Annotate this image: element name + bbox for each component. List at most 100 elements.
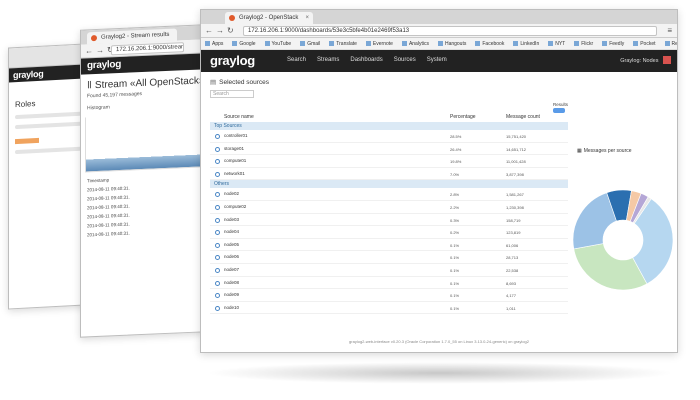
- source-name[interactable]: compute02: [224, 204, 246, 209]
- source-percentage: 0.3%: [450, 217, 460, 223]
- source-name[interactable]: node05: [224, 242, 239, 247]
- search-icon[interactable]: [215, 280, 220, 286]
- source-percentage: 0.1%: [450, 242, 460, 248]
- search-icon[interactable]: [215, 159, 220, 165]
- url-field[interactable]: 172.16.206.1:9000/dashboards/53e3c5bfe4b…: [243, 26, 657, 36]
- nav-link-dashboards[interactable]: Dashboards: [350, 57, 382, 63]
- main-nav: Search Streams Dashboards Sources System: [287, 57, 458, 63]
- search-input[interactable]: Search: [210, 90, 254, 98]
- close-tab-icon[interactable]: ×: [305, 12, 309, 24]
- bookmark-item[interactable]: Readability: [665, 41, 678, 47]
- source-percentage: 19.8%: [450, 159, 462, 165]
- nav-link-search[interactable]: Search: [287, 57, 306, 63]
- search-icon[interactable]: [215, 242, 220, 248]
- source-name[interactable]: compute01: [224, 158, 246, 163]
- table-row[interactable]: network01 7.0% 3,877,398: [210, 168, 568, 181]
- search-icon[interactable]: [215, 171, 220, 177]
- source-percentage: 2.8%: [450, 192, 460, 198]
- source-message-count: 1,581,267: [506, 192, 524, 198]
- alert-badge[interactable]: [663, 56, 671, 64]
- column-header[interactable]: Source name: [224, 114, 254, 120]
- search-icon[interactable]: [215, 305, 220, 311]
- nav-link-streams[interactable]: Streams: [317, 57, 339, 63]
- source-percentage: 28.5%: [450, 134, 462, 139]
- source-name[interactable]: node02: [224, 191, 239, 196]
- nav-link-system[interactable]: System: [427, 57, 447, 63]
- table-row[interactable]: node04 0.2% 123,819: [210, 226, 568, 239]
- nav-link-sources[interactable]: Sources: [394, 57, 416, 63]
- source-name[interactable]: node10: [224, 305, 239, 310]
- source-message-count: 158,719: [506, 217, 521, 223]
- source-percentage: 2.2%: [450, 204, 460, 210]
- bookmark-item[interactable]: Analytics: [402, 41, 429, 47]
- table-row[interactable]: node02 2.8% 1,581,267: [210, 188, 568, 201]
- search-icon[interactable]: [215, 146, 220, 152]
- source-name[interactable]: network01: [224, 171, 245, 176]
- source-percentage: 0.1%: [450, 305, 460, 311]
- bookmark-item[interactable]: Translate: [329, 41, 357, 47]
- bookmark-item[interactable]: Facebook: [475, 41, 504, 47]
- sources-table: Results Source name Percentage Message c…: [210, 102, 568, 315]
- table-row[interactable]: node03 0.3% 158,719: [210, 214, 568, 227]
- menu-icon[interactable]: ≡: [667, 26, 672, 35]
- bookmark-item[interactable]: Flickr: [574, 41, 593, 47]
- search-icon[interactable]: [215, 230, 220, 236]
- nav-arrows-icon[interactable]: ←→↻: [205, 26, 237, 35]
- source-name[interactable]: node07: [224, 267, 239, 272]
- source-name[interactable]: node06: [224, 254, 239, 259]
- bookmark-item[interactable]: NYT: [548, 41, 565, 47]
- bookmark-item[interactable]: Evernote: [366, 41, 393, 47]
- bookmark-item[interactable]: LinkedIn: [513, 41, 539, 47]
- search-icon[interactable]: [215, 217, 220, 223]
- source-message-count: 28,713: [506, 255, 519, 261]
- highlight-bar: [15, 137, 39, 145]
- search-icon[interactable]: [215, 267, 220, 273]
- source-message-count: 11,001,428: [506, 159, 526, 165]
- bookmark-item[interactable]: YouTube: [265, 41, 292, 47]
- table-row[interactable]: node10 0.1% 1,011: [210, 302, 568, 315]
- source-name[interactable]: node04: [224, 229, 239, 234]
- browser-tab[interactable]: Graylog2 - OpenStack ×: [225, 12, 313, 24]
- user-label[interactable]: Graylog: Nodes: [620, 58, 658, 64]
- table-row[interactable]: compute01 19.8% 11,001,428: [210, 155, 568, 168]
- table-row[interactable]: controller01 28.5% 15,751,420: [210, 130, 568, 143]
- table-row[interactable]: node09 0.1% 4,177: [210, 289, 568, 302]
- source-message-count: 3,877,398: [506, 171, 524, 177]
- search-icon[interactable]: [215, 192, 220, 198]
- source-name[interactable]: node09: [224, 292, 239, 297]
- search-icon[interactable]: [215, 204, 220, 210]
- column-header[interactable]: Percentage: [450, 114, 476, 120]
- table-row[interactable]: node05 0.1% 61,006: [210, 239, 568, 252]
- table-row[interactable]: node07 0.1% 22,538: [210, 264, 568, 277]
- table-row[interactable]: node08 0.1% 8,693: [210, 277, 568, 290]
- bookmark-item[interactable]: Gmail: [300, 41, 320, 47]
- source-name[interactable]: storage01: [224, 146, 244, 151]
- table-row[interactable]: compute02 2.2% 1,230,398: [210, 201, 568, 214]
- user-menu[interactable]: Graylog: Nodes: [620, 56, 671, 64]
- column-header[interactable]: Message count: [506, 114, 540, 120]
- source-percentage: 0.1%: [450, 255, 460, 261]
- graylog-navbar: graylog Search Streams Dashboards Sources Sy…: [201, 50, 677, 72]
- search-icon[interactable]: [215, 255, 220, 261]
- group-header-top: Top Sources: [210, 122, 568, 130]
- table-row[interactable]: node06 0.1% 28,713: [210, 251, 568, 264]
- bookmark-item[interactable]: Google: [232, 41, 255, 47]
- bookmark-item[interactable]: Feedly: [602, 41, 624, 47]
- search-icon[interactable]: [215, 134, 220, 139]
- source-percentage: 0.2%: [450, 230, 460, 236]
- bookmark-item[interactable]: Pocket: [633, 41, 655, 47]
- group-header-others: Others: [210, 180, 568, 189]
- search-icon[interactable]: [215, 293, 220, 299]
- source-name[interactable]: node03: [224, 217, 239, 222]
- table-row[interactable]: storage01 26.4% 14,651,712: [210, 143, 568, 156]
- source-message-count: 1,011: [506, 305, 516, 311]
- pie-slice[interactable]: [573, 243, 648, 291]
- bookmark-item[interactable]: Hangouts: [438, 41, 466, 47]
- url-field[interactable]: 172.16.206.1:9000/streams: [111, 42, 184, 56]
- back-browser-window-2[interactable]: Graylog2 - Stream results ←→↻ 172.16.206…: [80, 24, 205, 338]
- source-name[interactable]: controller01: [224, 133, 248, 138]
- graylog-logo[interactable]: graylog: [210, 53, 255, 68]
- bookmark-item[interactable]: Apps: [205, 41, 223, 47]
- front-browser-window[interactable]: Graylog2 - OpenStack × ←→↻ 172.16.206.1:…: [200, 9, 678, 353]
- source-name[interactable]: node08: [224, 280, 239, 285]
